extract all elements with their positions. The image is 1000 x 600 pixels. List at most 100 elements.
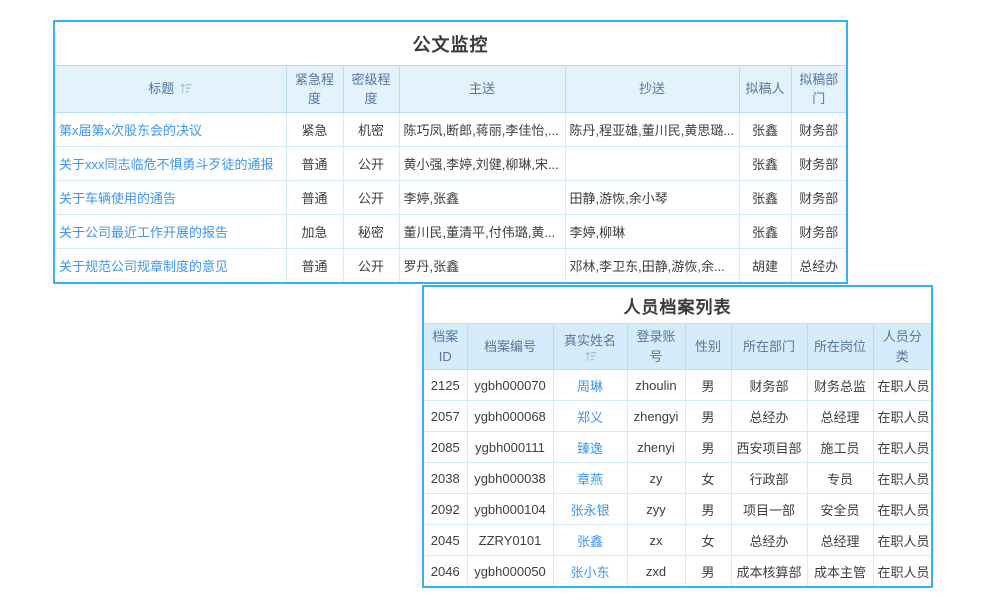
doc-title-link-cell: 关于xxx同志临危不惧勇斗歹徒的通报: [55, 147, 286, 181]
archive-id-value: 2125: [431, 378, 460, 393]
column-header-main-to: 主送: [399, 66, 565, 113]
category-value-cell: 在职人员: [873, 556, 931, 587]
archive-no-value: ygbh000111: [475, 440, 545, 455]
category-value-cell: 在职人员: [873, 432, 931, 463]
urgency-value: 紧急: [301, 123, 327, 138]
column-header-label: 拟稿人: [745, 81, 784, 96]
archive-no-value-cell: ygbh000038: [467, 463, 553, 494]
urgency-value-cell: 加急: [286, 215, 343, 249]
login-account-value: zy: [650, 471, 663, 486]
table-row: 2092ygbh000104张永银zyy男项目一部安全员在职人员: [424, 494, 931, 525]
archive-no-value-cell: ygbh000050: [467, 556, 553, 587]
position-value: 安全员: [820, 503, 859, 518]
category-value-cell: 在职人员: [873, 494, 931, 525]
doc-monitor-title: 公文监控: [55, 22, 846, 65]
department-value-cell: 项目一部: [731, 494, 807, 525]
urgency-value-cell: 普通: [286, 249, 343, 283]
department-value-cell: 总经办: [731, 525, 807, 556]
gender-value: 男: [701, 565, 714, 580]
doc-title-link[interactable]: 关于公司最近工作开展的报告: [59, 225, 228, 240]
draft-dept-value-cell: 财务部: [791, 181, 846, 215]
person-name-link[interactable]: 臻逸: [577, 441, 603, 456]
login-account-value: zxd: [646, 564, 666, 579]
table-row: 关于公司最近工作开展的报告加急秘密董川民,董清平,付伟璐,黄...李婷,柳琳张鑫…: [55, 215, 846, 249]
position-value-cell: 财务总监: [807, 370, 873, 401]
category-value: 在职人员: [878, 565, 930, 580]
secrecy-value-cell: 机密: [343, 113, 399, 147]
archive-no-value-cell: ygbh000111: [467, 432, 553, 463]
secrecy-value-cell: 公开: [343, 147, 399, 181]
person-name-link-cell: 章燕: [553, 463, 627, 494]
department-value-cell: 财务部: [731, 370, 807, 401]
person-name-link-cell: 周琳: [553, 370, 627, 401]
table-row: 关于车辆使用的通告普通公开李婷,张鑫田静,游恢,余小琴张鑫财务部: [55, 181, 846, 215]
gender-value-cell: 男: [685, 494, 731, 525]
category-value-cell: 在职人员: [873, 463, 931, 494]
position-value: 总经理: [820, 410, 859, 425]
secrecy-value: 秘密: [358, 225, 384, 240]
main-to-value-cell: 罗丹,张鑫: [399, 249, 565, 283]
table-row: 关于xxx同志临危不惧勇斗歹徒的通报普通公开黄小强,李婷,刘健,柳琳,宋...张…: [55, 147, 846, 181]
draft-dept-value: 财务部: [799, 157, 838, 172]
drafter-value-cell: 胡建: [739, 249, 791, 283]
person-name-link-cell: 张小东: [553, 556, 627, 587]
urgency-value-cell: 普通: [286, 147, 343, 181]
archive-no-value: ygbh000068: [474, 409, 546, 424]
urgency-value-cell: 普通: [286, 181, 343, 215]
column-header-title[interactable]: 标题: [55, 66, 286, 113]
gender-value: 男: [701, 503, 714, 518]
category-value-cell: 在职人员: [873, 525, 931, 556]
table-row: 关于规范公司规章制度的意见 普通 公开罗丹,张鑫邓林,李卫东,田静,游恢,余... 胡…: [55, 249, 846, 283]
person-name-link[interactable]: 张永银: [570, 503, 609, 518]
archive-no-value-cell: ygbh000068: [467, 401, 553, 432]
department-value-cell: 总经办: [731, 401, 807, 432]
table-row: 2057ygbh000068郑义zhengyi男总经办总经理在职人员: [424, 401, 931, 432]
personnel-archive-body: 2125ygbh000070周琳zhoulin男财务部财务总监在职人员2057y…: [424, 370, 931, 587]
doc-title-link[interactable]: 关于规范公司规章制度的意见: [59, 259, 228, 274]
gender-value: 男: [701, 441, 714, 456]
table-row: 2038ygbh000038章燕zy女行政部专员在职人员: [424, 463, 931, 494]
person-name-link-cell: 臻逸: [553, 432, 627, 463]
main-to-value: 陈巧凤,断郎,蒋丽,李佳怡,...: [404, 123, 559, 138]
personnel-archive-panel: 人员档案列表 档案ID档案编号真实姓名登录账号性别所在部门所在岗位人员分类 21…: [422, 285, 933, 588]
column-header-label: 拟稿部门: [799, 72, 838, 107]
person-name-link[interactable]: 郑义: [577, 410, 603, 425]
gender-value: 男: [701, 410, 714, 425]
doc-monitor-panel: 公文监控 标题紧急程度密级程度主送抄送拟稿人拟稿部门 第x届第x次股东会的决议紧…: [53, 20, 848, 284]
person-name-link[interactable]: 张鑫: [577, 534, 603, 549]
cc-value: 邓林,李卫东,田静,游恢,余...: [570, 259, 725, 274]
table-row: 2046ygbh000050张小东zxd男成本核算部成本主管在职人员: [424, 556, 931, 587]
position-value: 施工员: [820, 441, 859, 456]
doc-monitor-body: 第x届第x次股东会的决议 紧急 机密陈巧凤,断郎,蒋丽,李佳怡,... 陈丹,程亚雄,…: [55, 113, 846, 283]
personnel-archive-title: 人员档案列表: [424, 287, 931, 323]
archive-id-value-cell: 2045: [424, 525, 467, 556]
person-name-link-cell: 张永银: [553, 494, 627, 525]
urgency-value: 普通: [301, 259, 327, 274]
category-value: 在职人员: [878, 410, 930, 425]
drafter-value-cell: 张鑫: [739, 215, 791, 249]
person-name-link[interactable]: 张小东: [570, 565, 609, 580]
doc-title-link[interactable]: 关于xxx同志临危不惧勇斗歹徒的通报: [59, 157, 274, 172]
cc-value-cell: 邓林,李卫东,田静,游恢,余...: [565, 249, 739, 283]
doc-title-link[interactable]: 关于车辆使用的通告: [59, 191, 176, 206]
draft-dept-value-cell: 总经办: [791, 249, 846, 283]
drafter-value-cell: 张鑫: [739, 181, 791, 215]
cc-value-cell: 陈丹,程亚雄,董川民,黄思璐...: [565, 113, 739, 147]
secrecy-value-cell: 公开: [343, 249, 399, 283]
archive-id-value-cell: 2046: [424, 556, 467, 587]
position-value-cell: 安全员: [807, 494, 873, 525]
person-name-link[interactable]: 周琳: [577, 379, 603, 394]
secrecy-value: 公开: [358, 259, 384, 274]
login-account-value: zx: [650, 533, 663, 548]
gender-value-cell: 女: [685, 525, 731, 556]
draft-dept-value-cell: 财务部: [791, 147, 846, 181]
doc-title-link[interactable]: 第x届第x次股东会的决议: [59, 123, 202, 138]
column-header-real-name[interactable]: 真实姓名: [553, 324, 627, 370]
column-header-secrecy: 密级程度: [343, 66, 399, 113]
department-value: 项目一部: [743, 503, 795, 518]
archive-id-value: 2038: [431, 471, 460, 486]
person-name-link[interactable]: 章燕: [577, 472, 603, 487]
main-to-value-cell: 陈巧凤,断郎,蒋丽,李佳怡,...: [399, 113, 565, 147]
gender-value: 男: [701, 379, 714, 394]
category-value: 在职人员: [878, 379, 930, 394]
